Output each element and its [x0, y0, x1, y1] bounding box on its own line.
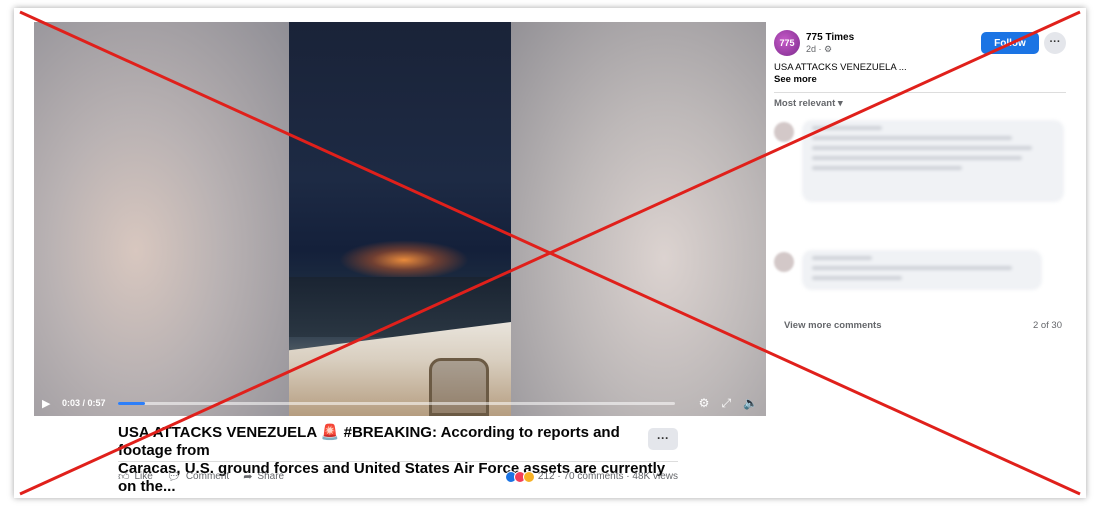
video-controls: ▶ 0:03 / 0:57 ⚙ ⤢ 🔈 — [34, 390, 766, 416]
video-frame — [289, 22, 511, 416]
post-text: USA ATTACKS VENEZUELA ... — [774, 62, 907, 73]
post-meta: 2d · ⚙ — [806, 44, 833, 54]
see-more-link[interactable]: See more — [774, 74, 817, 85]
share-icon: ➦ — [243, 471, 253, 483]
video-blurred-left — [34, 22, 289, 416]
share-label: Share — [257, 471, 285, 482]
comments-sidebar: 775 775 Times 2d · ⚙ Follow ··· USA ATTA… — [774, 22, 1070, 352]
post-stats-text: · 70 comments · 48K views — [557, 471, 678, 482]
commenter-avatar — [774, 122, 794, 142]
follow-button[interactable]: Follow — [981, 32, 1039, 54]
post-stats[interactable]: 212 · 70 comments · 48K views — [504, 470, 678, 483]
caption-line-1: USA ATTACKS VENEZUELA 🚨 #BREAKING: Accor… — [118, 424, 620, 459]
video-blurred-right — [511, 22, 766, 416]
view-more-comments-link[interactable]: View more comments — [784, 320, 882, 331]
reactions-count: 212 — [537, 471, 555, 482]
like-label: Like — [134, 471, 153, 482]
comment-item — [774, 250, 1066, 310]
comment-bubble — [802, 120, 1064, 202]
caption-more-button[interactable]: ··· — [648, 428, 678, 450]
like-button[interactable]: 👍︎ Like — [118, 470, 153, 483]
video-time: 0:03 / 0:57 — [62, 398, 106, 408]
comment-bubble — [802, 250, 1042, 290]
divider — [774, 92, 1066, 93]
comment-item — [774, 120, 1066, 230]
play-icon[interactable]: ▶ — [42, 397, 56, 410]
settings-icon[interactable]: ⚙ — [699, 396, 710, 410]
comment-label: Comment — [185, 471, 230, 482]
comments-count: 2 of 30 — [1032, 320, 1062, 331]
post-caption: USA ATTACKS VENEZUELA 🚨 #BREAKING: Accor… — [118, 424, 678, 496]
fullscreen-icon[interactable]: ⤢ — [721, 396, 731, 411]
share-button[interactable]: ➦ Share — [243, 470, 284, 483]
follow-label: Follow — [994, 37, 1026, 49]
more-options-button[interactable]: ··· — [1044, 32, 1066, 54]
divider — [118, 461, 678, 462]
volume-icon[interactable]: 🔈 — [743, 396, 758, 410]
comment-button[interactable]: 💬︎ Comment — [167, 470, 229, 483]
page-name[interactable]: 775 Times — [806, 32, 854, 43]
explosion-glow — [339, 240, 469, 280]
avatar[interactable]: 775 — [774, 30, 800, 56]
video-progress-bar[interactable] — [117, 401, 675, 405]
sort-dropdown[interactable]: Most relevant ▾ — [774, 98, 843, 109]
video-player[interactable]: ▶ 0:03 / 0:57 ⚙ ⤢ 🔈 — [34, 22, 766, 416]
post-actions: 👍︎ Like 💬︎ Comment ➦ Share 212 · 70 comment… — [118, 470, 678, 483]
commenter-avatar — [774, 252, 794, 272]
haha-reaction-icon — [522, 470, 535, 483]
thumbs-up-icon: 👍︎ — [118, 471, 130, 483]
comment-icon: 💬︎ — [166, 471, 181, 483]
screenshot-frame: ▶ 0:03 / 0:57 ⚙ ⤢ 🔈 USA ATTACKS VENEZUEL… — [14, 8, 1086, 498]
video-progress-fill — [117, 401, 146, 405]
